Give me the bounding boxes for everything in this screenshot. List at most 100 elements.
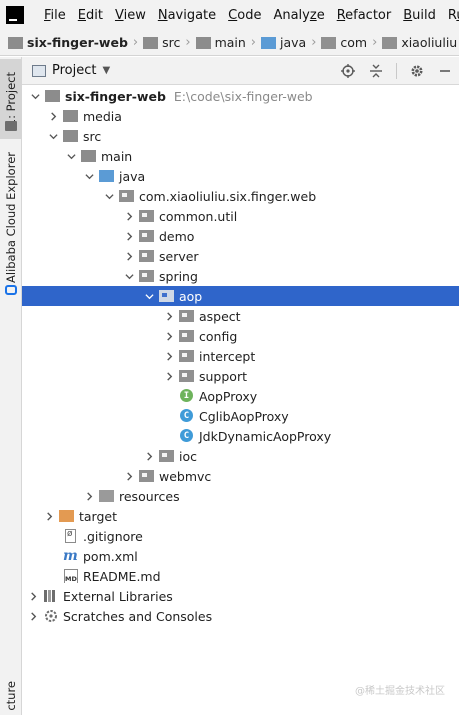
collapse-all-icon[interactable] [368, 63, 384, 79]
tree-node-media[interactable]: media [22, 106, 459, 126]
tree-node-resources[interactable]: resources [22, 486, 459, 506]
chevron-right-icon[interactable] [26, 586, 40, 606]
tree-node-cglib-aop-proxy[interactable]: C CglibAopProxy [22, 406, 459, 426]
maven-file-icon: m [63, 548, 78, 564]
module-folder-icon [8, 36, 23, 49]
excluded-folder-icon [59, 509, 75, 523]
breadcrumb-src[interactable]: src [143, 35, 180, 50]
package-icon [382, 36, 398, 49]
breadcrumb-separator-icon: › [372, 35, 378, 50]
chevron-right-icon[interactable] [26, 606, 40, 626]
tree-node-pom[interactable]: m pom.xml [22, 546, 459, 566]
menu-navigate[interactable]: Navigate [152, 8, 222, 23]
chevron-down-icon[interactable] [102, 186, 116, 206]
minimize-icon[interactable] [437, 63, 453, 79]
chevron-right-icon[interactable] [162, 366, 176, 386]
menu-bar: File Edit View Navigate Code Analyze Ref… [0, 0, 459, 30]
chevron-down-icon[interactable] [142, 286, 156, 306]
package-icon [321, 36, 337, 49]
folder-icon [63, 129, 79, 143]
package-icon [139, 269, 155, 283]
class-icon: C [179, 429, 195, 443]
menu-run[interactable]: Run [442, 8, 459, 23]
breadcrumb-xiaoliuliu[interactable]: xiaoliuliu [382, 35, 457, 50]
chevron-down-icon[interactable] [122, 266, 136, 286]
markdown-file-icon [63, 569, 79, 583]
chevron-down-icon[interactable] [46, 126, 60, 146]
interface-icon: I [179, 389, 195, 403]
tree-node-common-util[interactable]: common.util [22, 206, 459, 226]
chevron-down-icon[interactable]: ▼ [102, 65, 110, 76]
tree-node-main[interactable]: main [22, 146, 459, 166]
package-icon [159, 289, 175, 303]
menu-view[interactable]: View [109, 8, 152, 23]
source-folder-icon [261, 36, 276, 49]
chevron-right-icon[interactable] [162, 306, 176, 326]
chevron-right-icon[interactable] [82, 486, 96, 506]
chevron-right-icon[interactable] [162, 326, 176, 346]
structure-tool-tab[interactable]: cture [0, 677, 22, 715]
tree-node-src[interactable]: src [22, 126, 459, 146]
menu-edit[interactable]: Edit [72, 8, 109, 23]
source-folder-icon [99, 169, 115, 183]
menu-file[interactable]: File [38, 8, 72, 23]
chevron-right-icon[interactable] [162, 346, 176, 366]
gear-icon[interactable] [409, 63, 425, 79]
tree-node-aop[interactable]: aop [22, 286, 459, 306]
chevron-down-icon[interactable] [28, 86, 42, 106]
tree-node-server[interactable]: server [22, 246, 459, 266]
package-icon [119, 189, 135, 203]
menu-build[interactable]: Build [397, 8, 442, 23]
package-icon [179, 309, 195, 323]
menu-code[interactable]: Code [222, 8, 267, 23]
locate-icon[interactable] [340, 63, 356, 79]
alibaba-cloud-explorer-tab[interactable]: Alibaba Cloud Explorer [0, 152, 22, 283]
tree-node-ioc[interactable]: ioc [22, 446, 459, 466]
menu-analyze[interactable]: Analyze [267, 8, 330, 23]
package-icon [139, 209, 155, 223]
tree-node-scratches[interactable]: Scratches and Consoles [22, 606, 459, 626]
chevron-right-icon[interactable] [142, 446, 156, 466]
menu-refactor[interactable]: Refactor [331, 8, 398, 23]
breadcrumb-separator-icon: › [132, 35, 139, 50]
breadcrumb-separator-icon: › [250, 35, 256, 50]
project-panel-header: Project ▼ [22, 57, 459, 85]
package-icon [159, 449, 175, 463]
tree-node-gitignore[interactable]: .gitignore [22, 526, 459, 546]
chevron-down-icon[interactable] [82, 166, 96, 186]
chevron-right-icon[interactable] [122, 246, 136, 266]
breadcrumb-java[interactable]: java [261, 35, 306, 50]
tree-node-spring[interactable]: spring [22, 266, 459, 286]
breadcrumb-main[interactable]: main [195, 35, 246, 50]
chevron-right-icon[interactable] [122, 466, 136, 486]
breadcrumb-project[interactable]: six-finger-web [8, 35, 128, 50]
tree-node-support[interactable]: support [22, 366, 459, 386]
folder-icon [63, 109, 79, 123]
tree-node-aspect[interactable]: aspect [22, 306, 459, 326]
intellij-logo-icon [6, 6, 24, 24]
tree-node-aop-proxy[interactable]: I AopProxy [22, 386, 459, 406]
breadcrumb-separator-icon: › [185, 35, 191, 50]
tree-node-target[interactable]: target [22, 506, 459, 526]
tree-node-config[interactable]: config [22, 326, 459, 346]
tree-node-root[interactable]: six-finger-web E:\code\six-finger-web [22, 86, 459, 106]
module-folder-icon [45, 89, 61, 103]
tree-node-java[interactable]: java [22, 166, 459, 186]
chevron-down-icon[interactable] [64, 146, 78, 166]
project-view-icon [32, 64, 46, 77]
chevron-right-icon[interactable] [122, 206, 136, 226]
project-view-selector[interactable]: Project [52, 63, 96, 78]
tree-node-jdk-dynamic-aop-proxy[interactable]: C JdkDynamicAopProxy [22, 426, 459, 446]
package-icon [139, 249, 155, 263]
tree-node-demo[interactable]: demo [22, 226, 459, 246]
chevron-right-icon[interactable] [42, 506, 56, 526]
chevron-right-icon[interactable] [46, 106, 60, 126]
package-icon [139, 469, 155, 483]
tree-node-readme[interactable]: README.md [22, 566, 459, 586]
tree-node-webmvc[interactable]: webmvc [22, 466, 459, 486]
chevron-right-icon[interactable] [122, 226, 136, 246]
breadcrumb-com[interactable]: com [321, 35, 367, 50]
tree-node-intercept[interactable]: intercept [22, 346, 459, 366]
tree-node-external-libraries[interactable]: External Libraries [22, 586, 459, 606]
tree-node-package-web[interactable]: com.xiaoliuliu.six.finger.web [22, 186, 459, 206]
